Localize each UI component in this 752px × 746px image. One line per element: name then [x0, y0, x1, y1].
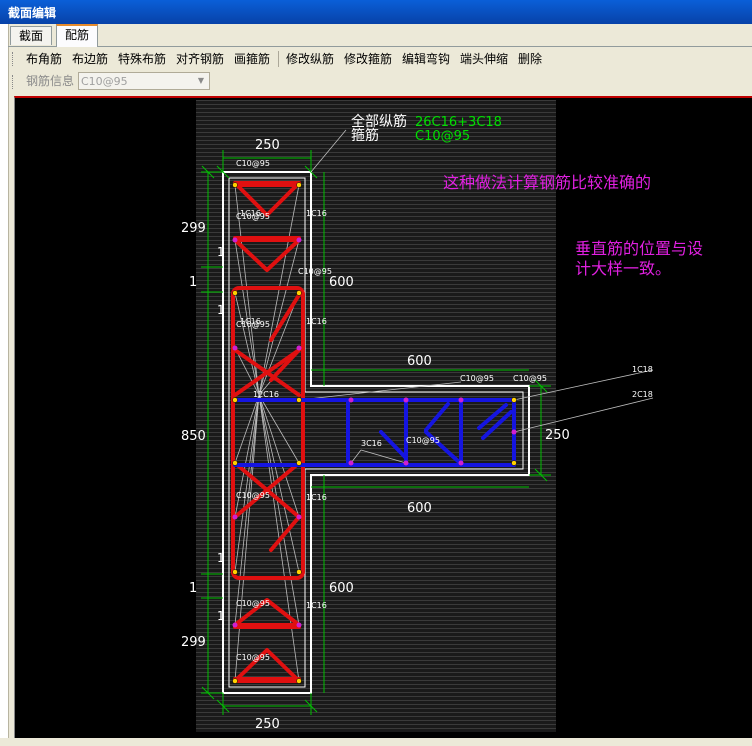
- tab-reinforcement[interactable]: 配筋: [56, 24, 99, 47]
- note-accurate: 这种做法计算钢筋比较准确的: [443, 173, 651, 192]
- dim-right-600-top: 600: [329, 275, 354, 290]
- edge-rebar-button[interactable]: 布边筋: [72, 51, 108, 67]
- rebar-label: C10@95: [406, 436, 440, 445]
- rebar-label: 1: [217, 609, 225, 623]
- dim-flange-600-bot: 600: [407, 501, 432, 516]
- status-bar: [0, 738, 752, 746]
- corner-rebar-button[interactable]: 布角筋: [26, 51, 62, 67]
- section-drawing: 全部纵筋 箍筋 26C16+3C18 C10@95 这种做法计算钢筋比较准确的 …: [181, 100, 703, 732]
- rebar-label: C10@95: [236, 599, 270, 608]
- delete-button[interactable]: 删除: [518, 51, 542, 67]
- rebar-label: C10@95: [513, 374, 547, 383]
- rebar-label: 3C16: [361, 439, 382, 448]
- rebar-label: 1: [217, 303, 225, 317]
- toolbar-grip[interactable]: [12, 52, 16, 66]
- dim-bottom-width: 250: [255, 717, 280, 732]
- rebar-label: 12C16: [253, 390, 279, 399]
- dim-left-1-bot: 1: [189, 581, 197, 596]
- rebar-label: C10@95: [298, 267, 332, 276]
- rebar-label: 2C18: [632, 390, 653, 399]
- dim-left-299-bot: 299: [181, 635, 206, 650]
- rebar-label: 1C16: [306, 601, 327, 610]
- rebar-info-value: C10@95: [81, 75, 128, 88]
- tab-section[interactable]: 截面: [10, 26, 53, 45]
- note-position-line1: 垂直筋的位置与设: [575, 239, 703, 258]
- edit-long-rebar-button[interactable]: 修改纵筋: [286, 51, 334, 67]
- rebar-label: C10@95: [460, 374, 494, 383]
- toolbar-separator: [278, 51, 279, 67]
- rebar-label: C10@95: [236, 491, 270, 500]
- dim-left-1-top: 1: [189, 275, 197, 290]
- draw-stirrup-button[interactable]: 画箍筋: [234, 51, 270, 67]
- toolbar-grip[interactable]: [12, 75, 16, 89]
- edit-hook-button[interactable]: 编辑弯钩: [402, 51, 450, 67]
- rebar-info-bar: 钢筋信息 C10@95 ▼: [10, 71, 750, 93]
- rebar-label: 1C18: [632, 365, 653, 374]
- rebar-label: 1C16: [306, 493, 327, 502]
- legend-long-value: 26C16+3C18: [415, 115, 502, 130]
- align-rebar-button[interactable]: 对齐钢筋: [176, 51, 224, 67]
- rebar-info-label: 钢筋信息: [26, 74, 75, 88]
- dim-left-299-top: 299: [181, 221, 206, 236]
- legend-stirrup-value: C10@95: [415, 129, 470, 144]
- edit-stirrup-button[interactable]: 修改箍筋: [344, 51, 392, 67]
- rebar-label: C10@95: [236, 159, 270, 168]
- legend-stirrup-label: 箍筋: [351, 127, 379, 144]
- window-title: 截面编辑: [8, 6, 57, 20]
- dim-flange-250: 250: [545, 428, 570, 443]
- rebar-label: 1: [217, 245, 225, 259]
- dim-top-width: 250: [255, 138, 280, 153]
- note-position-line2: 计大样一致。: [575, 259, 671, 278]
- rebar-info-select[interactable]: C10@95 ▼: [78, 72, 210, 90]
- dim-right-600-bot: 600: [329, 581, 354, 596]
- rebar-label: 1C16: [306, 317, 327, 326]
- dim-flange-600-top: 600: [407, 354, 432, 369]
- rebar-label: C10@95: [236, 653, 270, 662]
- wall-hatch: [196, 100, 556, 732]
- rebar-label: 1C16: [240, 209, 261, 218]
- chevron-down-icon[interactable]: ▼: [194, 74, 208, 88]
- window-titlebar[interactable]: 截面编辑: [0, 0, 752, 24]
- rebar-label: 1C16: [306, 209, 327, 218]
- end-stretch-button[interactable]: 端头伸缩: [460, 51, 508, 67]
- rebar-label: 1: [217, 551, 225, 565]
- special-rebar-button[interactable]: 特殊布筋: [118, 51, 166, 67]
- rebar-label: 1C16: [240, 317, 261, 326]
- section-drawing-canvas[interactable]: 全部纵筋 箍筋 26C16+3C18 C10@95 这种做法计算钢筋比较准确的 …: [14, 96, 752, 738]
- rebar-toolbar: 布角筋 布边筋 特殊布筋 对齐钢筋 画箍筋 修改纵筋 修改箍筋 编辑弯钩 端头伸…: [10, 48, 750, 70]
- left-panel-edge: [0, 24, 9, 746]
- tab-bar: 截面 配筋: [8, 24, 752, 47]
- dim-left-850: 850: [181, 429, 206, 444]
